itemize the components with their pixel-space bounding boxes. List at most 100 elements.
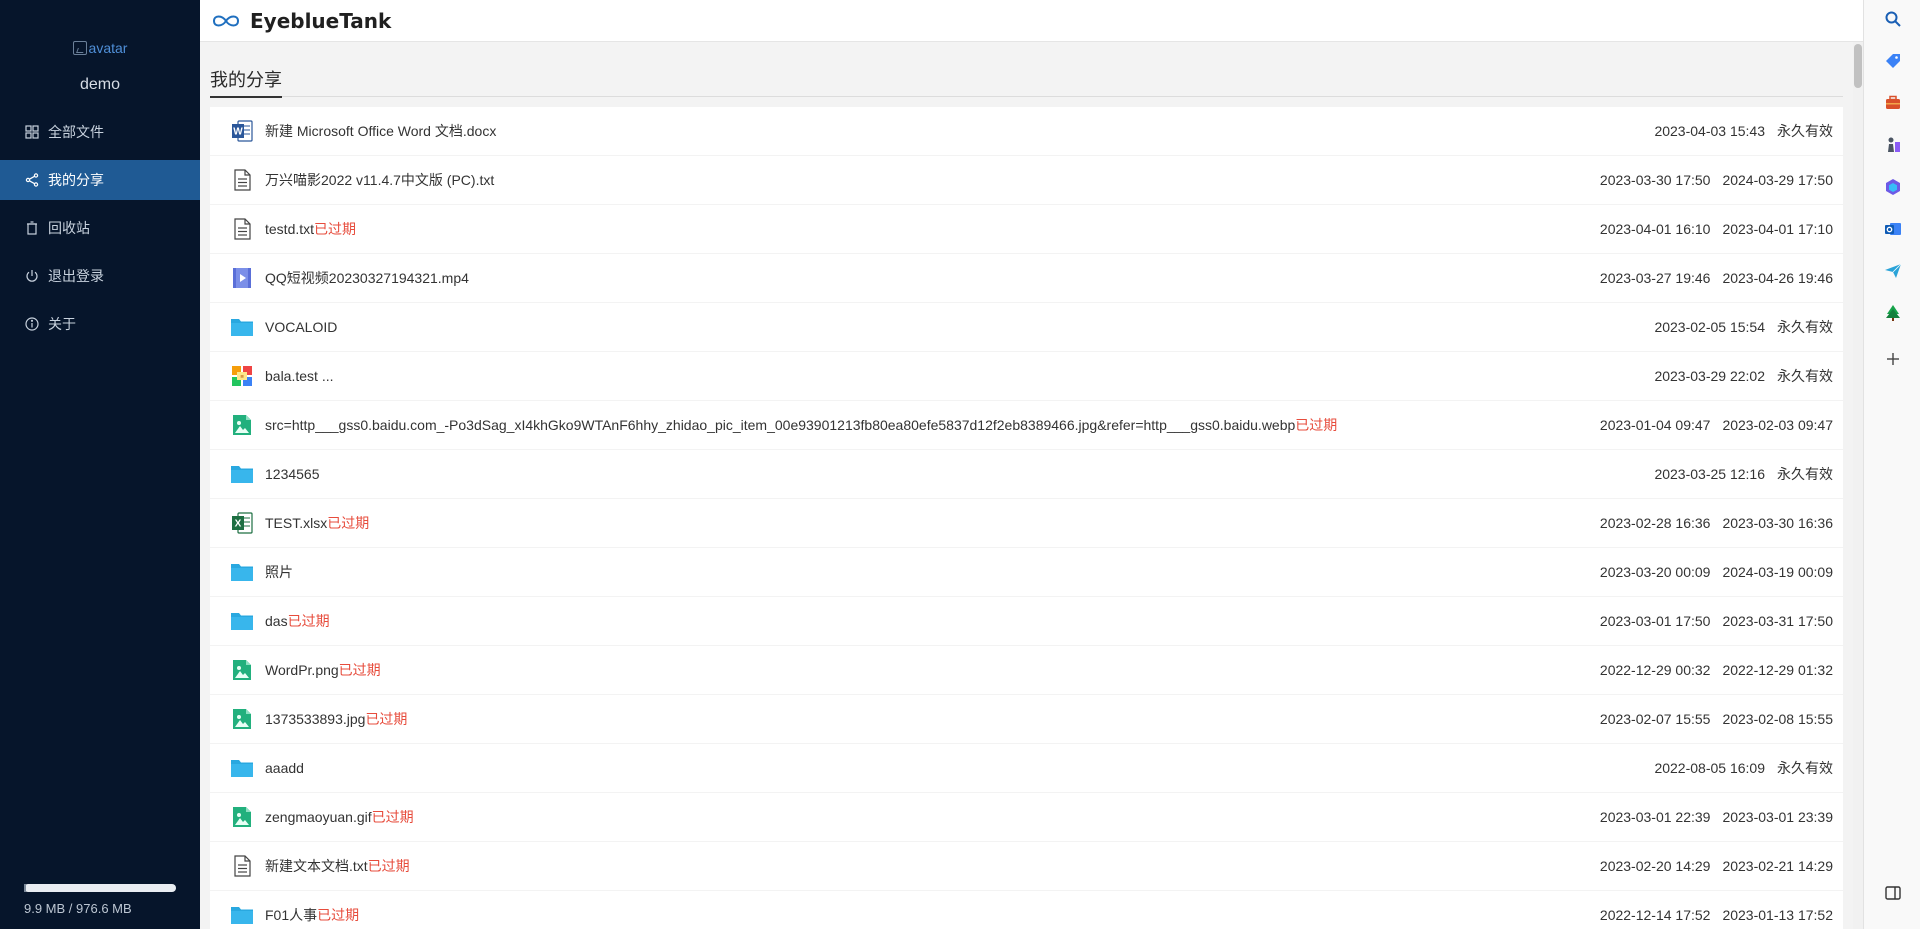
sidebar-item-label: 我的分享 xyxy=(48,172,104,188)
storage-progress-fill xyxy=(24,884,26,892)
share-created-time: 2023-01-04 09:47 xyxy=(1599,417,1711,433)
share-file-name[interactable]: 新建文本文档.txt xyxy=(265,858,368,874)
share-created-time: 2023-02-20 14:29 xyxy=(1599,858,1711,874)
share-name-cell[interactable]: 1373533893.jpg已过期 xyxy=(265,709,1588,729)
share-dates: 2023-02-07 15:55 2023-02-08 15:55 xyxy=(1588,711,1833,727)
share-created-time: 2022-12-14 17:52 xyxy=(1599,907,1711,923)
text-file-icon xyxy=(230,854,254,878)
avatar[interactable]: avatar xyxy=(72,40,127,56)
send-icon[interactable] xyxy=(1884,262,1902,280)
share-row[interactable]: 万兴喵影2022 v11.4.7中文版 (PC).txt 2023-03-30 1… xyxy=(210,156,1843,204)
share-name-cell[interactable]: aaadd xyxy=(265,760,1642,776)
share-row[interactable]: 1234565 2023-03-25 12:16 永久有效 xyxy=(210,450,1843,498)
power-icon xyxy=(25,269,39,283)
share-name-cell[interactable]: QQ短视频20230327194321.mp4 xyxy=(265,268,1588,288)
copilot-icon[interactable] xyxy=(1884,178,1902,196)
share-row[interactable]: X TEST.xlsx已过期 2023-02-28 16:36 2023-03-30 … xyxy=(210,499,1843,547)
sidebar-item-my-shares[interactable]: 我的分享 xyxy=(0,160,200,200)
sidebar-toggle-icon[interactable] xyxy=(1884,884,1902,902)
share-file-name[interactable]: bala.test ... xyxy=(265,368,333,384)
share-name-cell[interactable]: F01人事已过期 xyxy=(265,905,1588,925)
avatar-box: avatar xyxy=(0,40,200,60)
sidebar-menu: 全部文件 我的分享 回收站 退出登录 关于 xyxy=(0,112,200,352)
sidebar-item-about[interactable]: 关于 xyxy=(0,304,200,344)
share-file-name[interactable]: testd.txt xyxy=(265,221,314,237)
share-name-cell[interactable]: 万兴喵影2022 v11.4.7中文版 (PC).txt xyxy=(265,170,1588,190)
share-file-name[interactable]: TEST.xlsx xyxy=(265,515,327,531)
share-name-cell[interactable]: 1234565 xyxy=(265,466,1642,482)
share-file-name[interactable]: 新建 Microsoft Office Word 文档.docx xyxy=(265,123,496,139)
share-row[interactable]: zengmaoyuan.gif已过期 2023-03-01 22:39 2023-0… xyxy=(210,793,1843,841)
share-name-cell[interactable]: 新建文本文档.txt已过期 xyxy=(265,856,1588,876)
share-file-name[interactable]: aaadd xyxy=(265,760,304,776)
share-dates: 2023-02-05 15:54 永久有效 xyxy=(1642,317,1833,337)
share-file-name[interactable]: 1234565 xyxy=(265,466,320,482)
brand-name[interactable]: EyeblueTank xyxy=(250,9,391,33)
scrollbar[interactable] xyxy=(1853,42,1863,929)
share-file-name[interactable]: QQ短视频20230327194321.mp4 xyxy=(265,270,469,286)
share-row[interactable]: testd.txt已过期 2023-04-01 16:10 2023-04-01 1… xyxy=(210,205,1843,253)
share-row[interactable]: ≡ bala.test ... 2023-03-29 22:02 永久有效 xyxy=(210,352,1843,400)
share-row[interactable]: VOCALOID 2023-02-05 15:54 永久有效 xyxy=(210,303,1843,351)
share-file-name[interactable]: 照片 xyxy=(265,564,293,580)
share-row[interactable]: aaadd 2022-08-05 16:09 永久有效 xyxy=(210,744,1843,792)
share-row[interactable]: 1373533893.jpg已过期 2023-02-07 15:55 2023-02… xyxy=(210,695,1843,743)
share-name-cell[interactable]: 新建 Microsoft Office Word 文档.docx xyxy=(265,121,1642,141)
share-name-cell[interactable]: TEST.xlsx已过期 xyxy=(265,513,1588,533)
share-name-cell[interactable]: bala.test ... xyxy=(265,368,1642,384)
share-created-time: 2023-02-28 16:36 xyxy=(1599,515,1711,531)
share-row[interactable]: 照片 2023-03-20 00:09 2024-03-19 00:09 xyxy=(210,548,1843,596)
share-name-cell[interactable]: testd.txt已过期 xyxy=(265,219,1588,239)
share-row[interactable]: QQ短视频20230327194321.mp4 2023-03-27 19:46 2… xyxy=(210,254,1843,302)
sidebar-item-logout[interactable]: 退出登录 xyxy=(0,256,200,296)
share-name-cell[interactable]: src=http___gss0.baidu.com_-Po3dSag_xI4kh… xyxy=(265,415,1588,435)
grid-icon xyxy=(25,125,39,139)
share-row[interactable]: W 新建 Microsoft Office Word 文档.docx 2023-04… xyxy=(210,107,1843,155)
folder-icon xyxy=(230,609,254,633)
text-file-icon xyxy=(230,217,254,241)
share-file-name[interactable]: 万兴喵影2022 v11.4.7中文版 (PC).txt xyxy=(265,172,494,188)
share-row[interactable]: F01人事已过期 2022-12-14 17:52 2023-01-13 17:52 xyxy=(210,891,1843,929)
sidebar-item-label: 回收站 xyxy=(48,220,90,236)
share-name-cell[interactable]: WordPr.png已过期 xyxy=(265,660,1588,680)
share-expire-time: 2024-03-19 00:09 xyxy=(1722,564,1833,580)
share-file-name[interactable]: das xyxy=(265,613,288,629)
share-file-name[interactable]: src=http___gss0.baidu.com_-Po3dSag_xI4kh… xyxy=(265,417,1295,433)
share-file-name[interactable]: 1373533893.jpg xyxy=(265,711,365,727)
sidebar-item-recycle-bin[interactable]: 回收站 xyxy=(0,208,200,248)
share-name-cell[interactable]: VOCALOID xyxy=(265,319,1642,335)
search-icon[interactable] xyxy=(1884,10,1902,28)
share-file-name[interactable]: F01人事 xyxy=(265,907,317,923)
share-row[interactable]: 新建文本文档.txt已过期 2023-02-20 14:29 2023-02-21 … xyxy=(210,842,1843,890)
tree-icon[interactable] xyxy=(1884,304,1902,322)
share-name-cell[interactable]: zengmaoyuan.gif已过期 xyxy=(265,807,1588,827)
chess-icon[interactable] xyxy=(1884,136,1902,154)
share-expire-time: 2024-03-29 17:50 xyxy=(1722,172,1833,188)
storage-progress-bar xyxy=(24,884,176,892)
share-dates: 2023-02-20 14:29 2023-02-21 14:29 xyxy=(1588,858,1833,874)
share-file-name[interactable]: WordPr.png xyxy=(265,662,339,678)
share-row[interactable]: das已过期 2023-03-01 17:50 2023-03-31 17:50 xyxy=(210,597,1843,645)
share-expire-time: 2023-04-01 17:10 xyxy=(1722,221,1833,237)
share-name-cell[interactable]: das已过期 xyxy=(265,611,1588,631)
share-row[interactable]: src=http___gss0.baidu.com_-Po3dSag_xI4kh… xyxy=(210,401,1843,449)
logo-icon[interactable] xyxy=(210,12,242,30)
plus-icon[interactable] xyxy=(1884,350,1902,368)
outlook-icon[interactable] xyxy=(1884,220,1902,238)
share-name-cell[interactable]: 照片 xyxy=(265,562,1588,582)
browser-side-toolbar xyxy=(1863,0,1920,929)
briefcase-icon[interactable] xyxy=(1884,94,1902,112)
storage-usage-text: 9.9 MB / 976.6 MB xyxy=(24,901,132,916)
share-icon xyxy=(25,173,39,187)
expired-badge: 已过期 xyxy=(367,858,410,874)
share-file-name[interactable]: VOCALOID xyxy=(265,319,337,335)
scrollbar-thumb[interactable] xyxy=(1854,44,1862,88)
broken-image-icon xyxy=(72,41,87,55)
share-expire-time: 2023-02-21 14:29 xyxy=(1722,858,1833,874)
share-dates: 2023-03-01 17:50 2023-03-31 17:50 xyxy=(1588,613,1833,629)
share-row[interactable]: WordPr.png已过期 2022-12-29 00:32 2022-12-29 … xyxy=(210,646,1843,694)
sidebar-item-all-files[interactable]: 全部文件 xyxy=(0,112,200,152)
share-file-name[interactable]: zengmaoyuan.gif xyxy=(265,809,372,825)
tag-icon[interactable] xyxy=(1884,52,1902,70)
share-dates: 2023-03-30 17:50 2024-03-29 17:50 xyxy=(1588,172,1833,188)
